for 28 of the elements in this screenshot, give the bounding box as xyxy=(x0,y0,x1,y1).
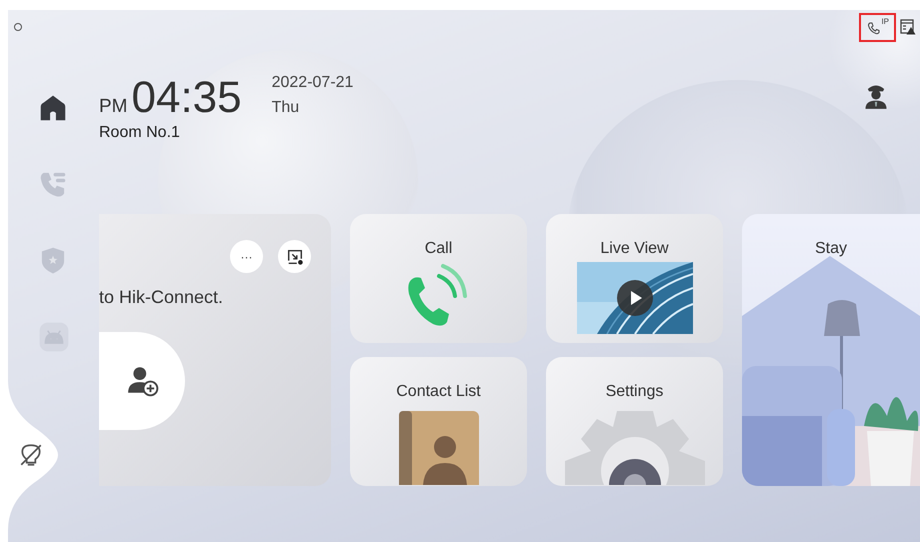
hik-connect-card[interactable]: ··· to Hik-Connect. xyxy=(99,214,331,486)
am-pm-label: PM xyxy=(99,96,128,118)
live-view-tile[interactable]: Live View xyxy=(546,214,723,343)
tile-label: Settings xyxy=(606,383,664,401)
add-user-button[interactable] xyxy=(99,332,185,430)
status-dot-icon xyxy=(14,23,22,31)
date-label: 2022-07-21 xyxy=(272,74,354,92)
stay-tile[interactable]: Stay xyxy=(742,214,920,486)
more-button[interactable]: ··· xyxy=(230,240,263,273)
call-tile[interactable]: Call xyxy=(350,214,527,343)
tile-label: Stay xyxy=(814,240,847,258)
add-user-icon xyxy=(126,364,160,398)
room-label: Room No.1 xyxy=(99,124,181,142)
tile-label: Contact List xyxy=(396,383,481,401)
network-warning-icon xyxy=(900,19,916,35)
tile-label: Live View xyxy=(600,240,669,258)
tile-label: Call xyxy=(424,240,452,258)
ip-label: IP xyxy=(881,18,889,26)
clock-time: 04:35 xyxy=(132,76,242,120)
contact-list-tile[interactable]: Contact List xyxy=(350,357,527,486)
settings-tile[interactable]: Settings xyxy=(546,357,723,486)
play-icon[interactable] xyxy=(616,279,654,317)
lightbulb-off-icon[interactable] xyxy=(18,442,44,468)
weekday-label: Thu xyxy=(272,99,300,117)
hik-connect-text: to Hik-Connect. xyxy=(99,287,224,308)
minimize-button[interactable] xyxy=(278,240,311,273)
phone-icon xyxy=(867,20,882,34)
minimize-icon xyxy=(286,248,304,266)
